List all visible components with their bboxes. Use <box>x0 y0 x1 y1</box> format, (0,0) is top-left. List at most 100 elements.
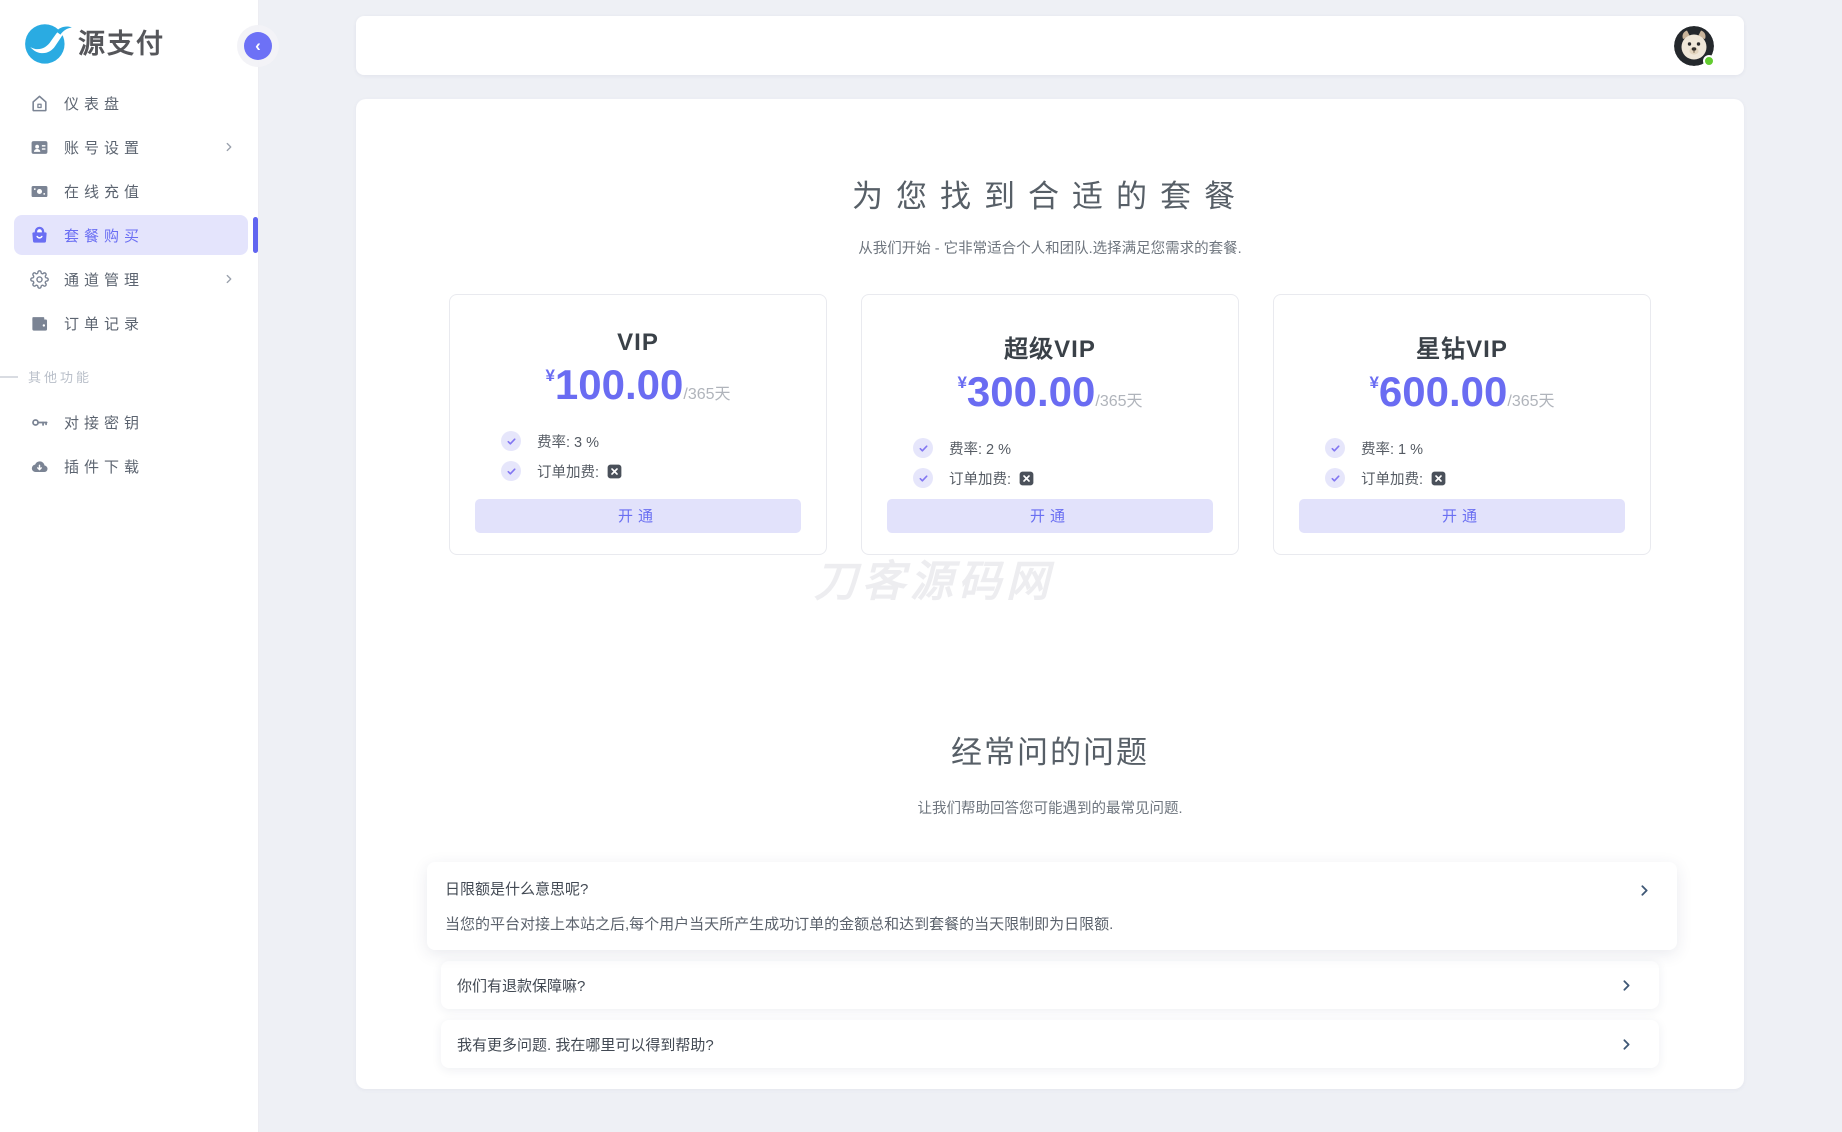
feature-rate: 费率: 3 % <box>501 431 801 452</box>
price-period: /365天 <box>1095 392 1143 410</box>
sidebar-item-package-purchase[interactable]: 套餐购买 <box>14 215 248 255</box>
x-square-icon <box>607 464 622 479</box>
shopping-bag-icon <box>30 226 49 245</box>
plan-features: 费率: 3 % 订单加费: <box>475 431 801 482</box>
sidebar-item-api-keys[interactable]: 对接密钥 <box>14 402 248 442</box>
price-period: /365天 <box>1507 392 1555 410</box>
plan-features: 费率: 1 % 订单加费: <box>1299 438 1625 489</box>
brand-logo[interactable]: 源支付 <box>0 0 258 76</box>
plan-features: 费率: 2 % 订单加费: <box>887 438 1213 489</box>
activate-plan-button[interactable]: 开通 <box>475 498 801 533</box>
content-area: 为您找到合适的套餐 从我们开始 - 它非常适合个人和团队.选择满足您需求的套餐.… <box>259 16 1842 1089</box>
feature-label: 费率: 2 % <box>949 441 1012 458</box>
check-icon <box>913 438 933 459</box>
faq-question: 你们有退款保障嘛? <box>457 977 586 995</box>
sidebar-item-label: 通道管理 <box>64 271 145 289</box>
feature-order-surcharge: 订单加费: <box>1325 468 1625 489</box>
user-avatar[interactable] <box>1674 25 1715 67</box>
currency-symbol: ¥ <box>957 372 967 392</box>
plan-price: ¥300.00/365天 <box>887 368 1213 416</box>
faq-item-more-help[interactable]: 我有更多问题. 我在哪里可以得到帮助? <box>441 1020 1659 1069</box>
feature-order-surcharge: 订单加费: <box>913 468 1213 489</box>
x-square-icon <box>1019 471 1034 486</box>
sidebar-section-label: 其他功能 <box>28 370 93 385</box>
plan-name: 星钻VIP <box>1416 335 1508 363</box>
activate-plan-button[interactable]: 开通 <box>1299 498 1625 533</box>
site-watermark: 刀客源码网 <box>814 558 1054 606</box>
faq-item-refund-guarantee[interactable]: 你们有退款保障嘛? <box>441 961 1659 1010</box>
sidebar-item-channel-management[interactable]: 通道管理 <box>14 259 248 299</box>
feature-label: 订单加费: <box>1361 471 1424 488</box>
faq-answer: 当您的平台对接上本站之后,每个用户当天所产生成功订单的金额总和达到套餐的当天限制… <box>445 916 1114 934</box>
plan-card-vip: VIP ¥100.00/365天 费率: 3 % 订单加费: 开通 <box>449 293 827 555</box>
plan-name: VIP <box>617 328 659 356</box>
sidebar-item-label: 订单记录 <box>64 315 145 333</box>
sidebar-item-label: 对接密钥 <box>64 414 145 432</box>
currency-symbol: ¥ <box>1369 372 1379 392</box>
sidebar-section-other-functions: 其他功能 <box>0 367 248 386</box>
check-icon <box>1325 438 1345 459</box>
cloud-download-icon <box>30 457 49 476</box>
feature-rate: 费率: 2 % <box>913 438 1213 459</box>
feature-rate: 费率: 1 % <box>1325 438 1625 459</box>
top-header-bar <box>356 16 1744 75</box>
sidebar-item-plugin-download[interactable]: 插件下载 <box>14 446 248 486</box>
sidebar: 源支付 ‹ 仪表盘 账号设置 在线充值 套餐购买 通道管理 订单记录 其他功能 … <box>0 0 272 1132</box>
pricing-subtitle: 从我们开始 - 它非常适合个人和团队.选择满足您需求的套餐. <box>858 240 1242 257</box>
price-amount: 100.00 <box>554 360 684 408</box>
sidebar-menu: 仪表盘 账号设置 在线充值 套餐购买 通道管理 订单记录 其他功能 对接密钥 插… <box>0 76 258 486</box>
active-item-accent-bar <box>253 217 258 253</box>
feature-label: 费率: 1 % <box>1361 441 1424 458</box>
chevron-right-icon[interactable] <box>1618 977 1635 994</box>
price-amount: 600.00 <box>1378 367 1508 415</box>
key-icon <box>30 413 49 432</box>
x-square-icon <box>1431 471 1446 486</box>
sidebar-item-online-recharge[interactable]: 在线充值 <box>14 171 248 211</box>
chevron-right-icon[interactable] <box>1618 1036 1635 1053</box>
feature-order-surcharge: 订单加费: <box>501 461 801 482</box>
sidebar-item-label: 账号设置 <box>64 139 145 157</box>
faq-question: 日限额是什么意思呢? <box>445 881 589 899</box>
sidebar-item-label: 在线充值 <box>64 183 145 201</box>
sidebar-item-account-settings[interactable]: 账号设置 <box>14 127 248 167</box>
faq-list: 日限额是什么意思呢? 当您的平台对接上本站之后,每个用户当天所产生成功订单的金额… <box>427 862 1677 1069</box>
plan-price: ¥600.00/365天 <box>1299 368 1625 416</box>
check-icon <box>501 431 521 452</box>
chevron-right-icon[interactable] <box>1636 882 1653 899</box>
feature-label: 费率: 3 % <box>537 434 600 451</box>
chevron-right-icon <box>222 140 236 154</box>
pricing-title: 为您找到合适的套餐 <box>852 179 1248 214</box>
faq-question: 我有更多问题. 我在哪里可以得到帮助? <box>457 1036 714 1054</box>
plan-card-super-vip: 超级VIP ¥300.00/365天 费率: 2 % 订单加费: 开通 <box>861 293 1239 555</box>
activate-plan-button[interactable]: 开通 <box>887 498 1213 533</box>
plan-card-star-diamond-vip: 星钻VIP ¥600.00/365天 费率: 1 % 订单加费: 开通 <box>1273 293 1651 555</box>
sidebar-collapse-button[interactable]: ‹ <box>244 32 272 60</box>
main-panel: 为您找到合适的套餐 从我们开始 - 它非常适合个人和团队.选择满足您需求的套餐.… <box>356 99 1744 1089</box>
brand-logo-icon <box>22 18 76 64</box>
check-icon <box>913 468 933 489</box>
wallet-icon <box>30 314 49 333</box>
price-amount: 300.00 <box>966 367 1096 415</box>
faq-title: 经常问的问题 <box>951 734 1149 770</box>
brand-name: 源支付 <box>78 28 165 59</box>
pricing-plans-row: VIP ¥100.00/365天 费率: 3 % 订单加费: 开通 超级VIP … <box>356 293 1744 555</box>
plan-price: ¥100.00/365天 <box>475 361 801 409</box>
plan-name: 超级VIP <box>1004 335 1096 363</box>
sidebar-item-dashboard[interactable]: 仪表盘 <box>14 83 248 123</box>
chevron-right-icon <box>222 272 236 286</box>
home-icon <box>30 94 49 113</box>
faq-item-daily-limit[interactable]: 日限额是什么意思呢? 当您的平台对接上本站之后,每个用户当天所产生成功订单的金额… <box>427 862 1677 951</box>
sidebar-item-label: 仪表盘 <box>64 95 125 113</box>
sidebar-item-label: 插件下载 <box>64 458 145 476</box>
sidebar-item-order-records[interactable]: 订单记录 <box>14 303 248 343</box>
id-card-icon <box>30 138 49 157</box>
banknote-icon <box>30 182 49 201</box>
currency-symbol: ¥ <box>545 365 555 385</box>
check-icon <box>501 461 521 482</box>
price-period: /365天 <box>683 385 731 403</box>
sidebar-item-label: 套餐购买 <box>64 227 145 245</box>
online-status-dot <box>1703 54 1715 67</box>
feature-label: 订单加费: <box>537 464 600 481</box>
faq-subtitle: 让我们帮助回答您可能遇到的最常见问题. <box>917 801 1183 818</box>
feature-label: 订单加费: <box>949 471 1012 488</box>
